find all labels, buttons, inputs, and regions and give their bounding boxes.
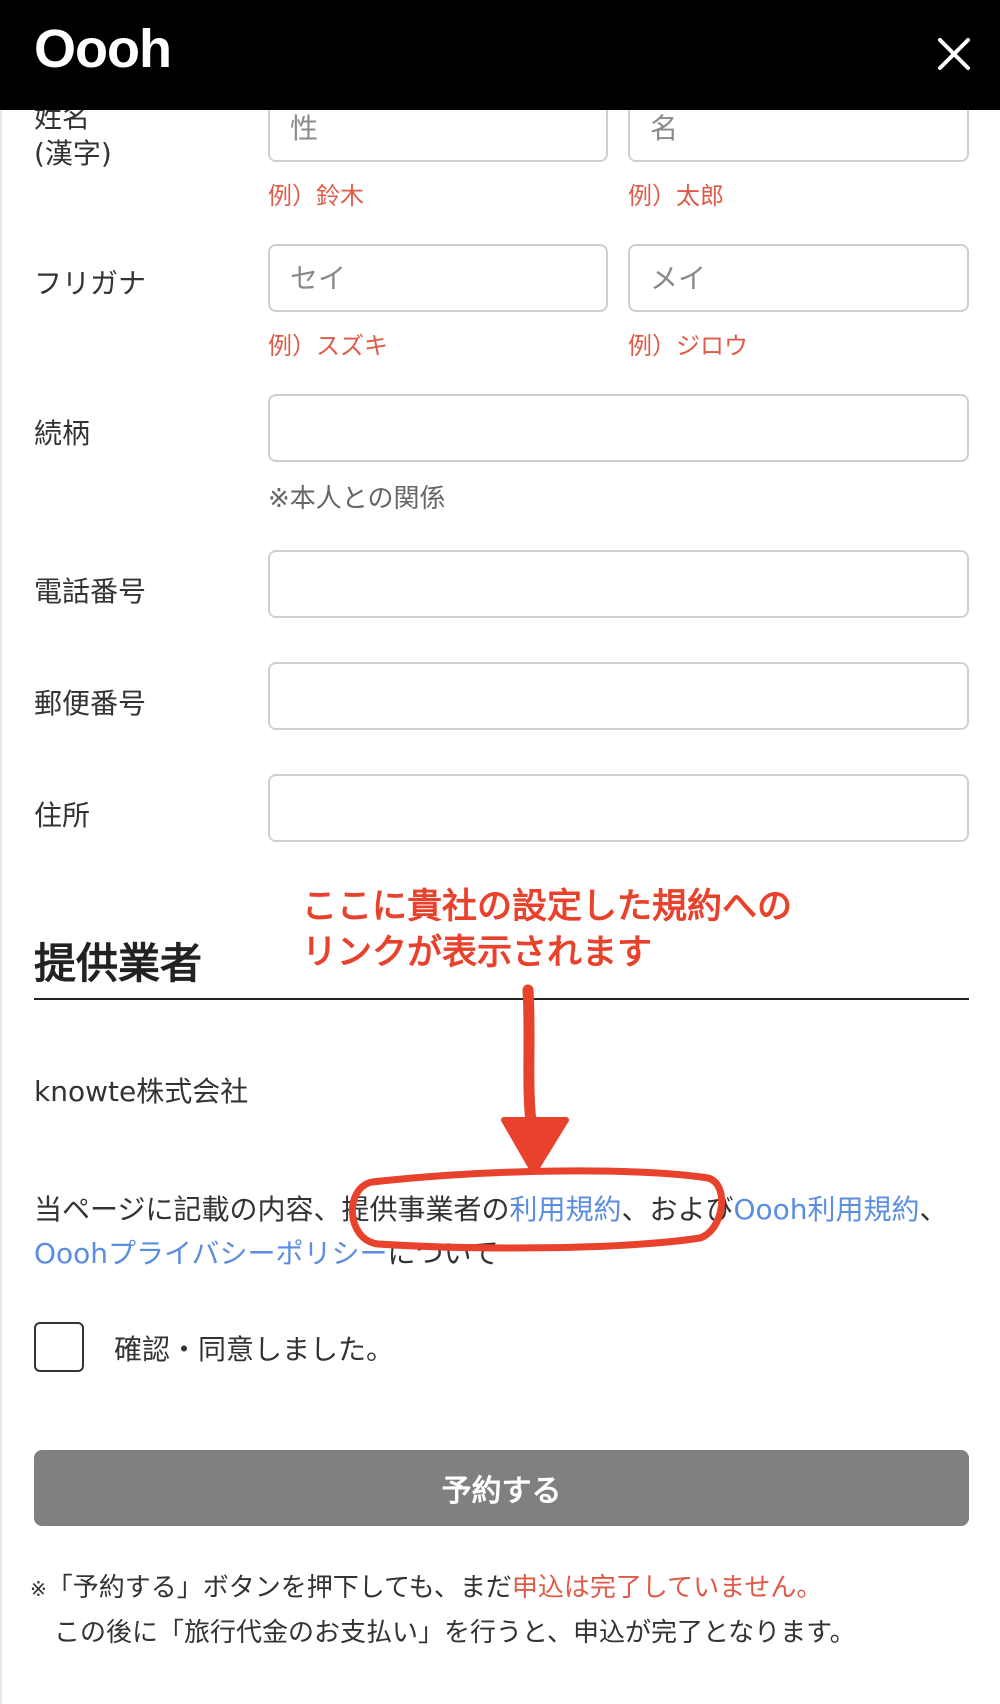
- section-divider: [34, 998, 969, 1000]
- address-input[interactable]: [268, 774, 969, 842]
- first-name-furigana-input[interactable]: [628, 244, 969, 312]
- furigana-label: フリガナ: [34, 267, 147, 300]
- consent-text: 当ページに記載の内容、提供事業者の利用規約、およびOooh利用規約、 Ooohプラ…: [34, 1188, 974, 1276]
- annotation-arrow-shaft: [522, 984, 538, 1136]
- consent-checkbox-label: 確認・同意しました。: [114, 1333, 395, 1366]
- postal-label: 郵便番号: [34, 687, 147, 720]
- oooh-privacy-link[interactable]: Ooohプライバシーポリシー: [34, 1237, 388, 1270]
- provider-company-name: knowte株式会社: [34, 1075, 249, 1108]
- consent-checkbox[interactable]: [34, 1322, 84, 1372]
- annotation-line2: リンクが表示されます: [302, 933, 653, 973]
- relationship-input[interactable]: [268, 394, 969, 462]
- relationship-note: ※本人との関係: [268, 484, 446, 514]
- consent-separator: 、: [919, 1193, 948, 1226]
- annotation-arrow-head: [501, 1117, 569, 1175]
- note-mark: ※: [30, 1577, 47, 1601]
- last-name-furigana-input[interactable]: [268, 244, 608, 312]
- annotation-text: ここに貴社の設定した規約への リンクが表示されます: [302, 884, 792, 976]
- note-warning-text: 申込は完了していません。: [511, 1573, 823, 1603]
- provider-section-title: 提供業者: [34, 939, 203, 988]
- address-label: 住所: [34, 799, 91, 832]
- consent-middle: 、および: [621, 1193, 734, 1226]
- note-text1: 「予約する」ボタンを押下しても、まだ: [46, 1573, 512, 1603]
- page-edge: [0, 0, 2, 1704]
- first-name-kanji-example: 例）太郎: [628, 182, 724, 210]
- provider-terms-link[interactable]: 利用規約: [509, 1193, 621, 1226]
- consent-prefix: 当ページに記載の内容、提供事業者の: [34, 1193, 510, 1226]
- reserve-button[interactable]: 予約する: [34, 1450, 969, 1526]
- close-icon[interactable]: [934, 34, 974, 74]
- app-header: Oooh: [0, 0, 1000, 110]
- postal-code-input[interactable]: [268, 662, 969, 730]
- oooh-terms-link[interactable]: Oooh利用規約: [733, 1193, 919, 1226]
- phone-label: 電話番号: [34, 575, 147, 608]
- consent-suffix: について: [387, 1237, 499, 1270]
- reservation-note: ※「予約する」ボタンを押下しても、まだ申込は完了していません。 この後に「旅行代…: [30, 1566, 975, 1655]
- name-kanji-label-line2: (漢字): [34, 137, 112, 170]
- last-name-furigana-example: 例）スズキ: [268, 332, 388, 360]
- phone-input[interactable]: [268, 550, 969, 618]
- note-text2: この後に「旅行代金のお支払い」を行うと、申込が完了となります。: [54, 1618, 856, 1648]
- last-name-kanji-example: 例）鈴木: [268, 182, 364, 210]
- first-name-furigana-example: 例）ジロウ: [628, 332, 748, 360]
- annotation-line1: ここに貴社の設定した規約への: [302, 887, 793, 927]
- relationship-label: 続柄: [34, 417, 91, 450]
- logo: Oooh: [34, 19, 172, 79]
